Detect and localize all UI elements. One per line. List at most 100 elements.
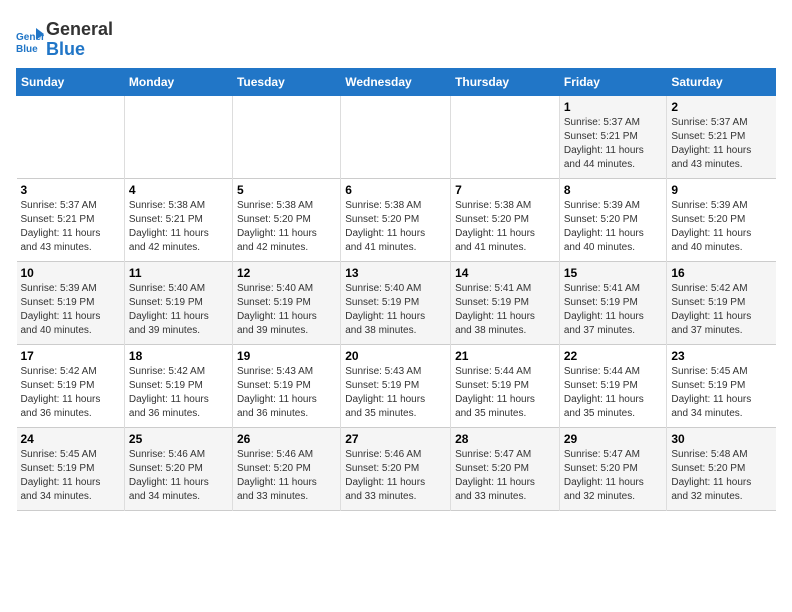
day-number: 18: [129, 349, 228, 363]
day-detail: Sunrise: 5:38 AM Sunset: 5:20 PM Dayligh…: [455, 199, 555, 255]
calendar-cell: [451, 95, 560, 178]
day-number: 24: [21, 432, 120, 446]
day-detail: Sunrise: 5:42 AM Sunset: 5:19 PM Dayligh…: [21, 365, 120, 421]
svg-text:Blue: Blue: [16, 44, 38, 54]
day-detail: Sunrise: 5:44 AM Sunset: 5:19 PM Dayligh…: [564, 365, 663, 421]
calendar-cell: 9 Sunrise: 5:39 AM Sunset: 5:20 PM Daylig…: [667, 178, 776, 261]
calendar-cell: 22 Sunrise: 5:44 AM Sunset: 5:19 PM Dayli…: [559, 344, 667, 427]
calendar-cell: 30Sunrise: 5:48 AM Sunset: 5:20 PM Dayli…: [667, 427, 776, 510]
day-number: 28: [455, 432, 555, 446]
day-detail: Sunrise: 5:48 AM Sunset: 5:20 PM Dayligh…: [671, 448, 771, 504]
day-number: 17: [21, 349, 120, 363]
calendar-cell: 14 Sunrise: 5:41 AM Sunset: 5:19 PM Dayli…: [451, 261, 560, 344]
day-detail: Sunrise: 5:39 AM Sunset: 5:20 PM Dayligh…: [671, 199, 771, 255]
calendar-cell: 21 Sunrise: 5:44 AM Sunset: 5:19 PM Dayli…: [451, 344, 560, 427]
day-number: 5: [237, 183, 336, 197]
weekday-header-friday: Friday: [559, 68, 667, 95]
calendar-cell: 4 Sunrise: 5:38 AM Sunset: 5:21 PM Daylig…: [124, 178, 232, 261]
day-detail: Sunrise: 5:42 AM Sunset: 5:19 PM Dayligh…: [129, 365, 228, 421]
calendar-cell: [124, 95, 232, 178]
calendar-cell: 27Sunrise: 5:46 AM Sunset: 5:20 PM Dayli…: [341, 427, 451, 510]
calendar-cell: 13 Sunrise: 5:40 AM Sunset: 5:19 PM Dayli…: [341, 261, 451, 344]
day-detail: Sunrise: 5:43 AM Sunset: 5:19 PM Dayligh…: [237, 365, 336, 421]
day-number: 16: [671, 266, 771, 280]
day-number: 11: [129, 266, 228, 280]
week-row-3: 10Sunrise: 5:39 AM Sunset: 5:19 PM Dayli…: [17, 261, 776, 344]
day-number: 8: [564, 183, 663, 197]
calendar-cell: 29 Sunrise: 5:47 AM Sunset: 5:20 PM Dayli…: [559, 427, 667, 510]
day-number: 13: [345, 266, 446, 280]
day-detail: Sunrise: 5:39 AM Sunset: 5:19 PM Dayligh…: [21, 282, 120, 338]
day-detail: Sunrise: 5:45 AM Sunset: 5:19 PM Dayligh…: [21, 448, 120, 504]
weekday-header-tuesday: Tuesday: [232, 68, 340, 95]
calendar-cell: 18 Sunrise: 5:42 AM Sunset: 5:19 PM Dayli…: [124, 344, 232, 427]
day-detail: Sunrise: 5:38 AM Sunset: 5:21 PM Dayligh…: [129, 199, 228, 255]
logo: General Blue General Blue: [16, 20, 113, 60]
calendar-cell: 17 Sunrise: 5:42 AM Sunset: 5:19 PM Dayli…: [17, 344, 125, 427]
calendar-cell: 23 Sunrise: 5:45 AM Sunset: 5:19 PM Dayli…: [667, 344, 776, 427]
day-number: 21: [455, 349, 555, 363]
logo-text-line2: Blue: [46, 40, 113, 60]
day-detail: Sunrise: 5:47 AM Sunset: 5:20 PM Dayligh…: [564, 448, 663, 504]
day-detail: Sunrise: 5:46 AM Sunset: 5:20 PM Dayligh…: [345, 448, 446, 504]
header: General Blue General Blue: [16, 16, 776, 60]
day-detail: Sunrise: 5:44 AM Sunset: 5:19 PM Dayligh…: [455, 365, 555, 421]
calendar-cell: 6 Sunrise: 5:38 AM Sunset: 5:20 PM Daylig…: [341, 178, 451, 261]
day-detail: Sunrise: 5:41 AM Sunset: 5:19 PM Dayligh…: [564, 282, 663, 338]
day-number: 23: [671, 349, 771, 363]
calendar-cell: 3 Sunrise: 5:37 AM Sunset: 5:21 PM Daylig…: [17, 178, 125, 261]
calendar-cell: 12Sunrise: 5:40 AM Sunset: 5:19 PM Dayli…: [232, 261, 340, 344]
weekday-header-wednesday: Wednesday: [341, 68, 451, 95]
calendar-cell: 28Sunrise: 5:47 AM Sunset: 5:20 PM Dayli…: [451, 427, 560, 510]
logo-text-line1: General: [46, 20, 113, 40]
week-row-2: 3 Sunrise: 5:37 AM Sunset: 5:21 PM Daylig…: [17, 178, 776, 261]
day-detail: Sunrise: 5:38 AM Sunset: 5:20 PM Dayligh…: [237, 199, 336, 255]
weekday-header-row: SundayMondayTuesdayWednesdayThursdayFrid…: [17, 68, 776, 95]
day-detail: Sunrise: 5:37 AM Sunset: 5:21 PM Dayligh…: [21, 199, 120, 255]
day-detail: Sunrise: 5:46 AM Sunset: 5:20 PM Dayligh…: [129, 448, 228, 504]
day-detail: Sunrise: 5:39 AM Sunset: 5:20 PM Dayligh…: [564, 199, 663, 255]
day-number: 14: [455, 266, 555, 280]
week-row-5: 24 Sunrise: 5:45 AM Sunset: 5:19 PM Dayli…: [17, 427, 776, 510]
week-row-4: 17 Sunrise: 5:42 AM Sunset: 5:19 PM Dayli…: [17, 344, 776, 427]
day-detail: Sunrise: 5:38 AM Sunset: 5:20 PM Dayligh…: [345, 199, 446, 255]
calendar-cell: 15 Sunrise: 5:41 AM Sunset: 5:19 PM Dayli…: [559, 261, 667, 344]
day-number: 19: [237, 349, 336, 363]
day-detail: Sunrise: 5:37 AM Sunset: 5:21 PM Dayligh…: [671, 116, 771, 172]
calendar-cell: 11Sunrise: 5:40 AM Sunset: 5:19 PM Dayli…: [124, 261, 232, 344]
calendar-cell: [341, 95, 451, 178]
calendar-cell: 26Sunrise: 5:46 AM Sunset: 5:20 PM Dayli…: [232, 427, 340, 510]
day-number: 6: [345, 183, 446, 197]
day-detail: Sunrise: 5:40 AM Sunset: 5:19 PM Dayligh…: [345, 282, 446, 338]
day-number: 20: [345, 349, 446, 363]
day-number: 4: [129, 183, 228, 197]
weekday-header-thursday: Thursday: [451, 68, 560, 95]
calendar-cell: [232, 95, 340, 178]
week-row-1: 1 Sunrise: 5:37 AM Sunset: 5:21 PM Daylig…: [17, 95, 776, 178]
day-detail: Sunrise: 5:41 AM Sunset: 5:19 PM Dayligh…: [455, 282, 555, 338]
day-number: 2: [671, 100, 771, 114]
calendar-cell: 2 Sunrise: 5:37 AM Sunset: 5:21 PM Daylig…: [667, 95, 776, 178]
calendar-cell: 16Sunrise: 5:42 AM Sunset: 5:19 PM Dayli…: [667, 261, 776, 344]
calendar-cell: 19 Sunrise: 5:43 AM Sunset: 5:19 PM Dayli…: [232, 344, 340, 427]
weekday-header-monday: Monday: [124, 68, 232, 95]
day-detail: Sunrise: 5:37 AM Sunset: 5:21 PM Dayligh…: [564, 116, 663, 172]
day-number: 22: [564, 349, 663, 363]
day-number: 29: [564, 432, 663, 446]
calendar-cell: 7 Sunrise: 5:38 AM Sunset: 5:20 PM Daylig…: [451, 178, 560, 261]
calendar-cell: 20 Sunrise: 5:43 AM Sunset: 5:19 PM Dayli…: [341, 344, 451, 427]
day-detail: Sunrise: 5:45 AM Sunset: 5:19 PM Dayligh…: [671, 365, 771, 421]
day-number: 9: [671, 183, 771, 197]
calendar-cell: 5 Sunrise: 5:38 AM Sunset: 5:20 PM Daylig…: [232, 178, 340, 261]
day-detail: Sunrise: 5:46 AM Sunset: 5:20 PM Dayligh…: [237, 448, 336, 504]
calendar-table: SundayMondayTuesdayWednesdayThursdayFrid…: [16, 68, 776, 511]
calendar-cell: 24 Sunrise: 5:45 AM Sunset: 5:19 PM Dayli…: [17, 427, 125, 510]
day-number: 15: [564, 266, 663, 280]
day-number: 7: [455, 183, 555, 197]
calendar-cell: 10Sunrise: 5:39 AM Sunset: 5:19 PM Dayli…: [17, 261, 125, 344]
calendar-cell: 25Sunrise: 5:46 AM Sunset: 5:20 PM Dayli…: [124, 427, 232, 510]
day-number: 3: [21, 183, 120, 197]
day-number: 1: [564, 100, 663, 114]
day-detail: Sunrise: 5:40 AM Sunset: 5:19 PM Dayligh…: [237, 282, 336, 338]
day-detail: Sunrise: 5:43 AM Sunset: 5:19 PM Dayligh…: [345, 365, 446, 421]
